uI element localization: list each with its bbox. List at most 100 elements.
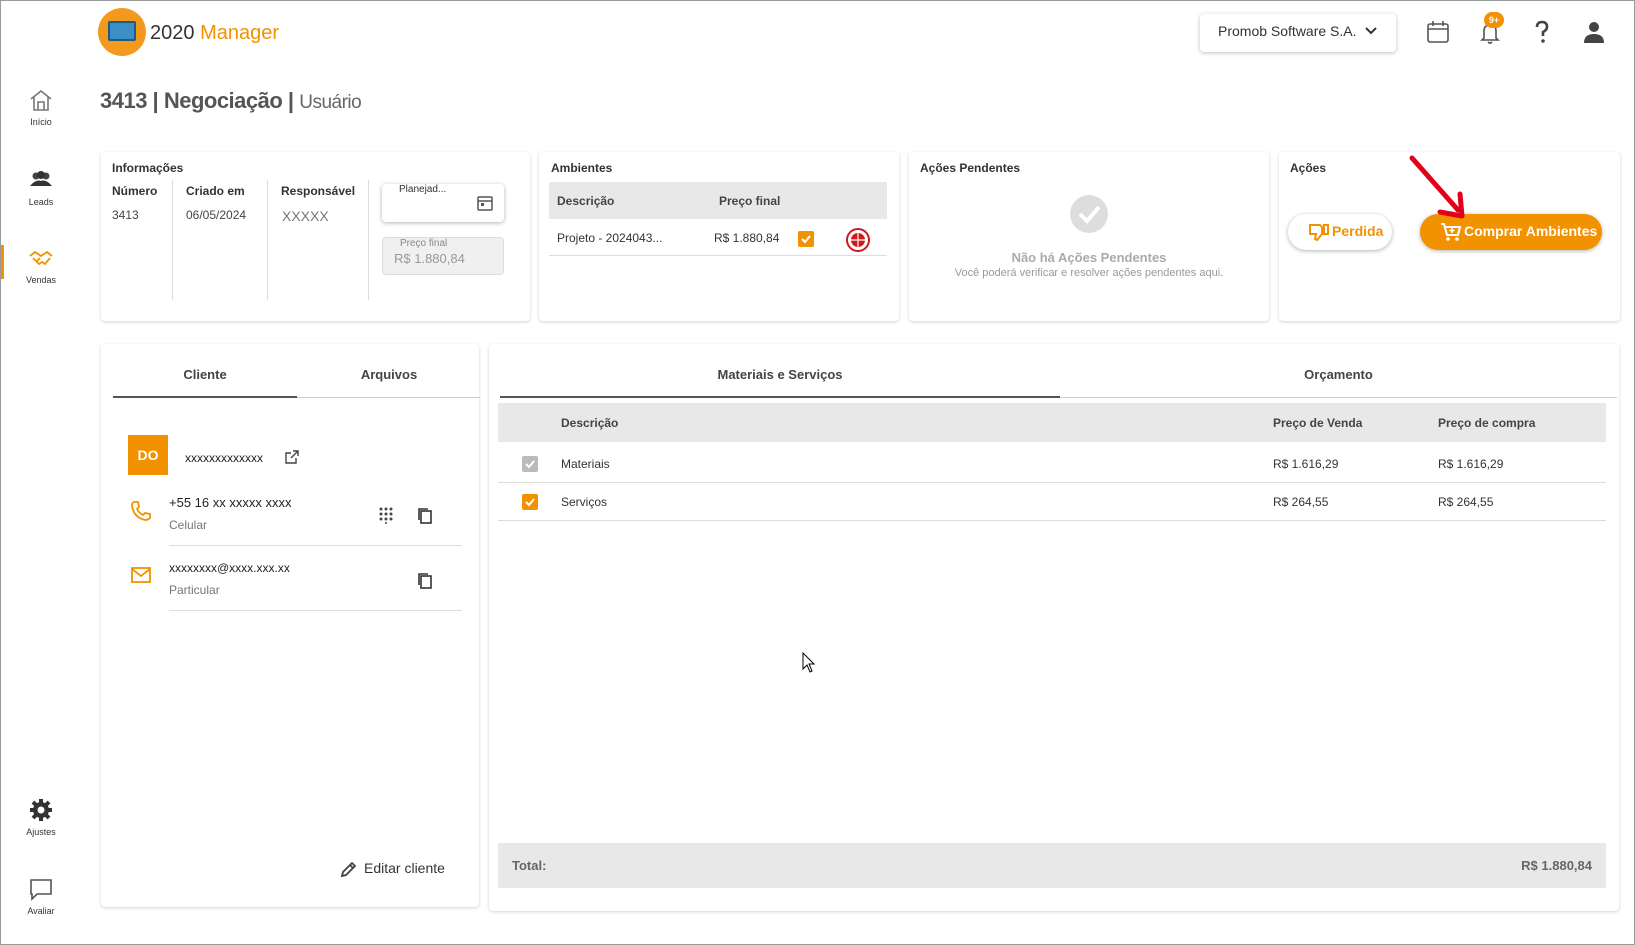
divider: [368, 180, 369, 300]
row-descricao: Materiais: [561, 457, 610, 471]
col-descricao: Descrição: [561, 416, 619, 430]
divider: [549, 255, 887, 256]
preco-final-label: Preço final: [400, 238, 448, 249]
people-icon: [30, 171, 52, 186]
sidebar-item-avaliar[interactable]: Avaliar: [0, 875, 82, 916]
check-circle-icon: [1070, 195, 1108, 233]
promob-render-icon[interactable]: [845, 227, 871, 253]
ambiente-checkbox[interactable]: [798, 231, 814, 247]
preco-final-value: R$ 1.880,84: [394, 251, 465, 266]
copy-icon[interactable]: [417, 507, 433, 525]
sidebar-item-label: Avaliar: [27, 906, 55, 916]
app-logo[interactable]: [98, 8, 146, 56]
notification-badge: 9+: [1484, 12, 1504, 28]
materiais-table-header: Descrição Preço de Venda Preço de compra: [498, 403, 1606, 442]
sidebar-item-label: Vendas: [25, 275, 57, 285]
col-descricao: Descrição: [557, 194, 615, 208]
tab-active-indicator: [113, 396, 297, 398]
pendentes-empty-title: Não há Ações Pendentes: [1011, 250, 1167, 265]
annotation-arrow: [1409, 155, 1465, 219]
avatar: DO: [128, 435, 168, 475]
pendentes-card: [909, 152, 1269, 321]
external-link-icon[interactable]: [284, 449, 300, 465]
row-preco-venda: R$ 264,55: [1273, 495, 1329, 509]
divider: [172, 180, 173, 300]
editar-cliente-label: Editar cliente: [364, 860, 445, 876]
perdida-button[interactable]: Perdida: [1288, 214, 1392, 250]
phone-type: Celular: [169, 518, 208, 532]
materiais-checkbox[interactable]: [522, 456, 538, 472]
page-title-main: 3413 | Negociação |: [100, 88, 294, 113]
dialpad-icon[interactable]: [378, 506, 394, 524]
company-selector[interactable]: Promob Software S.A.: [1200, 14, 1396, 52]
sidebar-item-inicio[interactable]: Início: [0, 86, 82, 127]
responsavel-value: XXXXX: [282, 208, 329, 224]
divider: [498, 482, 1606, 483]
tab-materiais-servicos[interactable]: Materiais e Serviços: [500, 367, 1060, 382]
tab-cliente[interactable]: Cliente: [113, 367, 297, 382]
email-icon: [131, 567, 151, 583]
row-preco-compra: R$ 1.616,29: [1438, 457, 1504, 471]
chat-bubble-icon: [30, 879, 52, 901]
email-address: xxxxxxxx@xxxx.xxx.xx: [169, 561, 290, 575]
info-title: Informações: [112, 161, 184, 175]
divider: [169, 545, 462, 546]
calendar-icon[interactable]: [476, 194, 494, 212]
numero-label: Número: [112, 184, 158, 198]
tab-active-indicator: [500, 396, 1060, 398]
sidebar-item-label: Início: [30, 117, 52, 127]
criado-label: Criado em: [186, 184, 245, 198]
sidebar-item-ajustes[interactable]: Ajustes: [0, 796, 82, 837]
home-icon: [30, 89, 52, 111]
col-preco-venda: Preço de Venda: [1273, 416, 1363, 430]
phone-icon: [131, 501, 151, 521]
divider: [498, 520, 1606, 521]
row-preco-compra: R$ 264,55: [1438, 495, 1494, 509]
ambiente-preco: R$ 1.880,84: [714, 231, 780, 245]
sidebar-item-label: Ajustes: [26, 827, 56, 837]
shopping-cart-icon: [1441, 223, 1462, 241]
pendentes-title: Ações Pendentes: [920, 161, 1021, 175]
perdida-label: Perdida: [1332, 223, 1384, 239]
col-preco-compra: Preço de compra: [1438, 416, 1536, 430]
user-icon[interactable]: [1580, 18, 1608, 46]
responsavel-label: Responsável: [281, 184, 356, 198]
page-subtitle: Usuário: [299, 92, 362, 113]
ambientes-table-header: Descrição Preço final: [549, 182, 887, 219]
sidebar: Início Leads Vendas Ajustes Avaliar: [0, 0, 82, 945]
sidebar-item-label: Leads: [28, 197, 54, 207]
gear-icon: [30, 799, 52, 821]
tab-arquivos[interactable]: Arquivos: [297, 367, 481, 382]
sidebar-item-vendas[interactable]: Vendas: [0, 244, 82, 285]
row-descricao: Serviços: [561, 495, 608, 509]
comprar-ambientes-label: Comprar Ambientes: [1464, 223, 1598, 239]
ambientes-title: Ambientes: [551, 161, 613, 175]
criado-value: 06/05/2024: [186, 208, 247, 222]
pendentes-empty-subtitle: Você poderá verificar e resolver ações p…: [954, 267, 1224, 279]
handshake-icon: [29, 250, 53, 266]
row-preco-venda: R$ 1.616,29: [1273, 457, 1339, 471]
help-icon[interactable]: [1528, 18, 1556, 46]
tab-orcamento[interactable]: Orçamento: [1060, 367, 1617, 382]
total-bar: Total: R$ 1.880,84: [498, 843, 1606, 888]
col-preco-final: Preço final: [719, 194, 781, 208]
servicos-checkbox[interactable]: [522, 494, 538, 510]
sidebar-item-leads[interactable]: Leads: [0, 166, 82, 207]
planejado-date-field[interactable]: Planejad...: [382, 184, 504, 222]
app-name-prefix: 2020: [150, 22, 195, 44]
numero-value: 3413: [112, 208, 139, 222]
company-name: Promob Software S.A.: [1218, 23, 1357, 39]
client-name[interactable]: xxxxxxxxxxxxx: [185, 451, 263, 465]
mouse-cursor-icon: [802, 652, 816, 673]
editar-cliente-button[interactable]: Editar cliente: [340, 860, 445, 878]
total-label: Total:: [512, 858, 547, 873]
preco-final-field: Preço final R$ 1.880,84: [382, 237, 504, 275]
divider: [169, 610, 462, 611]
cliente-panel: [101, 344, 479, 907]
app-name: 2020 Manager: [150, 22, 279, 45]
app-name-suffix: Manager: [200, 22, 279, 44]
copy-icon[interactable]: [417, 572, 433, 590]
page-title: 3413 | Negociação | Usuário: [100, 88, 362, 114]
email-type: Particular: [169, 583, 220, 597]
calendar-icon[interactable]: [1424, 18, 1452, 46]
